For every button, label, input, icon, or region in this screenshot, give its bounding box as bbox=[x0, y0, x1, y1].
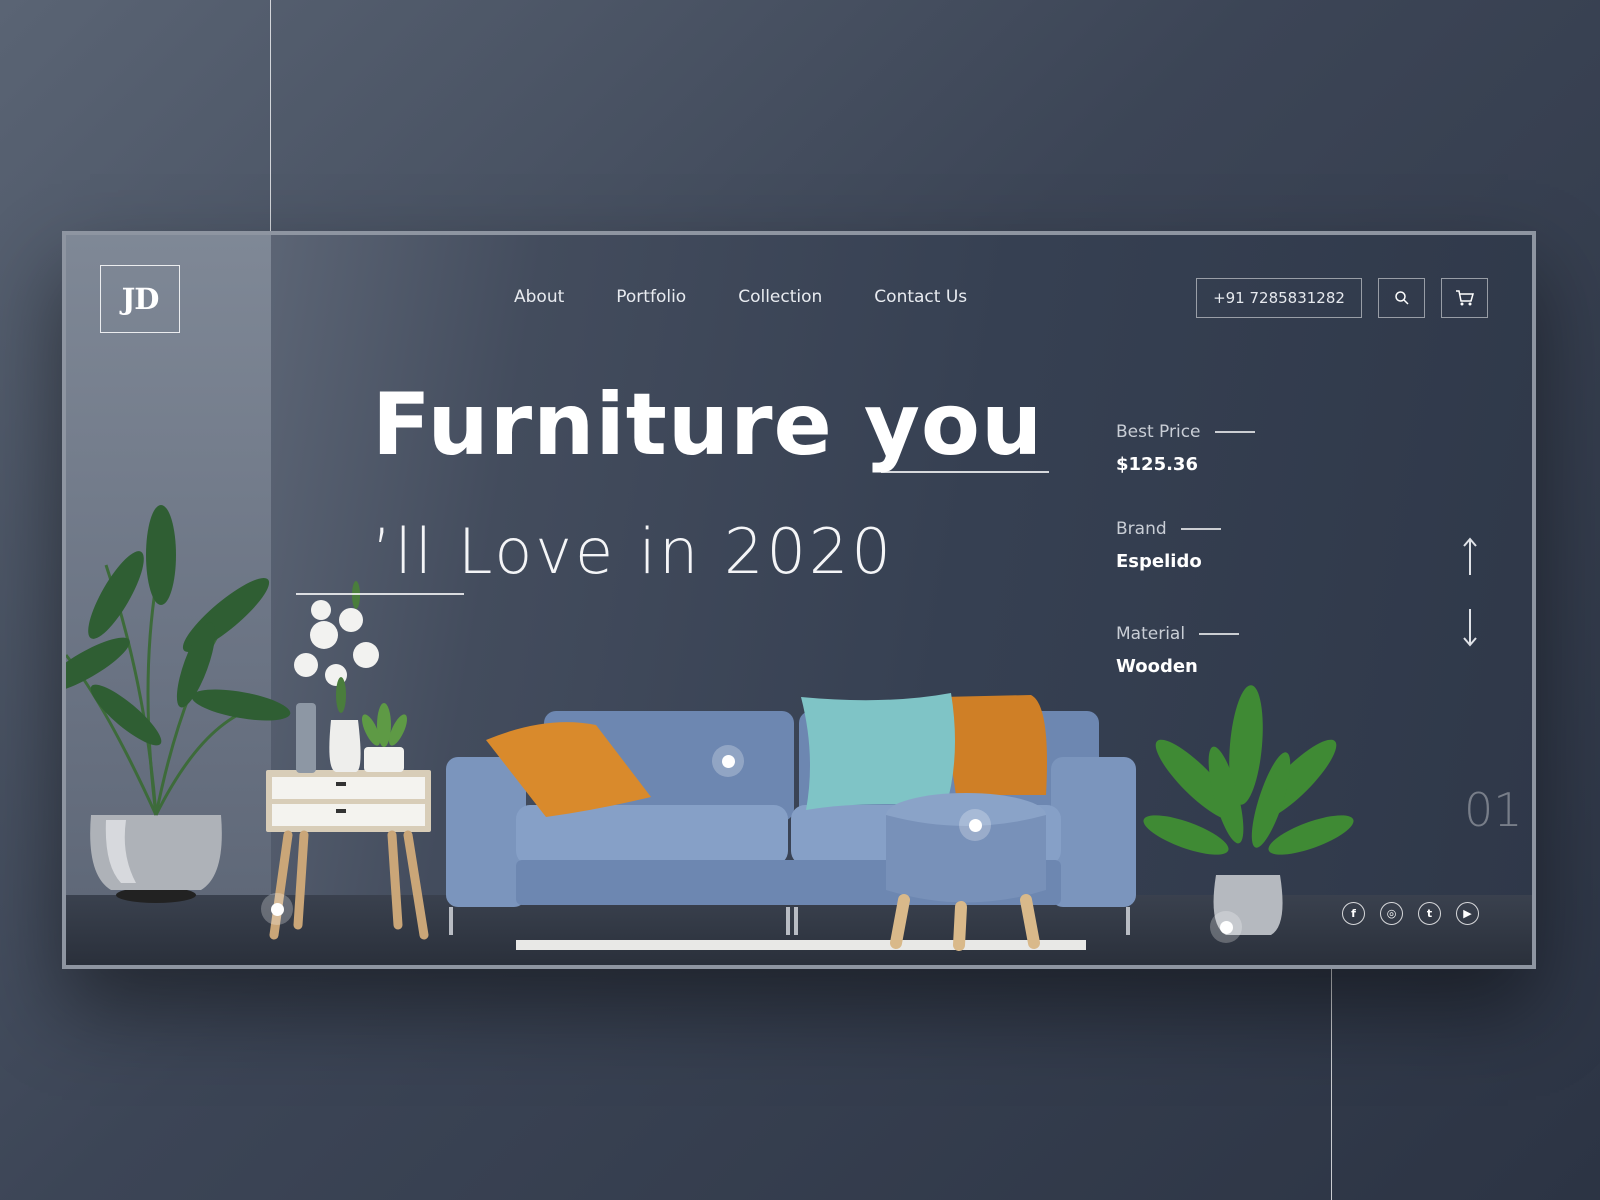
twitter-glyph: t bbox=[1426, 907, 1433, 920]
nav-collection[interactable]: Collection bbox=[738, 287, 822, 307]
cart-icon bbox=[1455, 290, 1474, 306]
phone-number: +91 7285831282 bbox=[1213, 289, 1345, 307]
spec-value: $125.36 bbox=[1116, 454, 1198, 475]
youtube-glyph: ▶ bbox=[1463, 907, 1472, 920]
arrow-down-icon[interactable] bbox=[1458, 607, 1482, 649]
guide-line-bottom bbox=[1331, 962, 1332, 1200]
hotspot-plant[interactable] bbox=[1210, 911, 1242, 943]
hotspot-sofa[interactable] bbox=[712, 745, 744, 777]
hero-title-line2: ’ll Love in 2020 bbox=[372, 515, 894, 588]
slide-number: 01 bbox=[1464, 783, 1523, 837]
hero-card: JD About Portfolio Collection Contact Us… bbox=[62, 231, 1536, 969]
youtube-icon[interactable]: ▶ bbox=[1456, 902, 1479, 925]
nav-about[interactable]: About bbox=[514, 287, 564, 307]
main-nav: About Portfolio Collection Contact Us bbox=[514, 287, 967, 307]
spec-label: Material bbox=[1116, 624, 1186, 644]
twitter-icon[interactable]: t bbox=[1418, 902, 1441, 925]
spec-label: Best Price bbox=[1116, 422, 1201, 442]
hotspot-side-table[interactable] bbox=[261, 893, 293, 925]
logo[interactable]: JD bbox=[100, 265, 180, 333]
nav-contact-us[interactable]: Contact Us bbox=[874, 287, 967, 307]
instagram-icon[interactable]: ◎ bbox=[1380, 902, 1403, 925]
spec-material: Material Wooden bbox=[1116, 624, 1240, 677]
arrow-up-icon[interactable] bbox=[1458, 535, 1482, 577]
nav-portfolio[interactable]: Portfolio bbox=[616, 287, 686, 307]
spec-value: Espelido bbox=[1116, 551, 1202, 572]
title-underline bbox=[881, 471, 1049, 473]
facebook-icon[interactable]: f bbox=[1342, 902, 1365, 925]
subtitle-underline bbox=[296, 593, 464, 595]
social-links: f ◎ t ▶ bbox=[1342, 902, 1479, 925]
spec-label: Brand bbox=[1116, 519, 1167, 539]
search-button[interactable] bbox=[1378, 278, 1425, 318]
hero-title-line1: Furniture you bbox=[372, 375, 1044, 475]
phone-button[interactable]: +91 7285831282 bbox=[1196, 278, 1362, 318]
spec-best-price: Best Price $125.36 bbox=[1116, 422, 1255, 475]
hotspot-ottoman[interactable] bbox=[959, 809, 991, 841]
furniture-scene bbox=[66, 505, 1354, 951]
spec-brand: Brand Espelido bbox=[1116, 519, 1221, 572]
search-icon bbox=[1394, 291, 1409, 305]
spec-value: Wooden bbox=[1116, 656, 1198, 677]
facebook-glyph: f bbox=[1351, 907, 1356, 920]
instagram-glyph: ◎ bbox=[1386, 907, 1397, 920]
logo-text: JD bbox=[121, 282, 160, 316]
cart-button[interactable] bbox=[1441, 278, 1488, 318]
